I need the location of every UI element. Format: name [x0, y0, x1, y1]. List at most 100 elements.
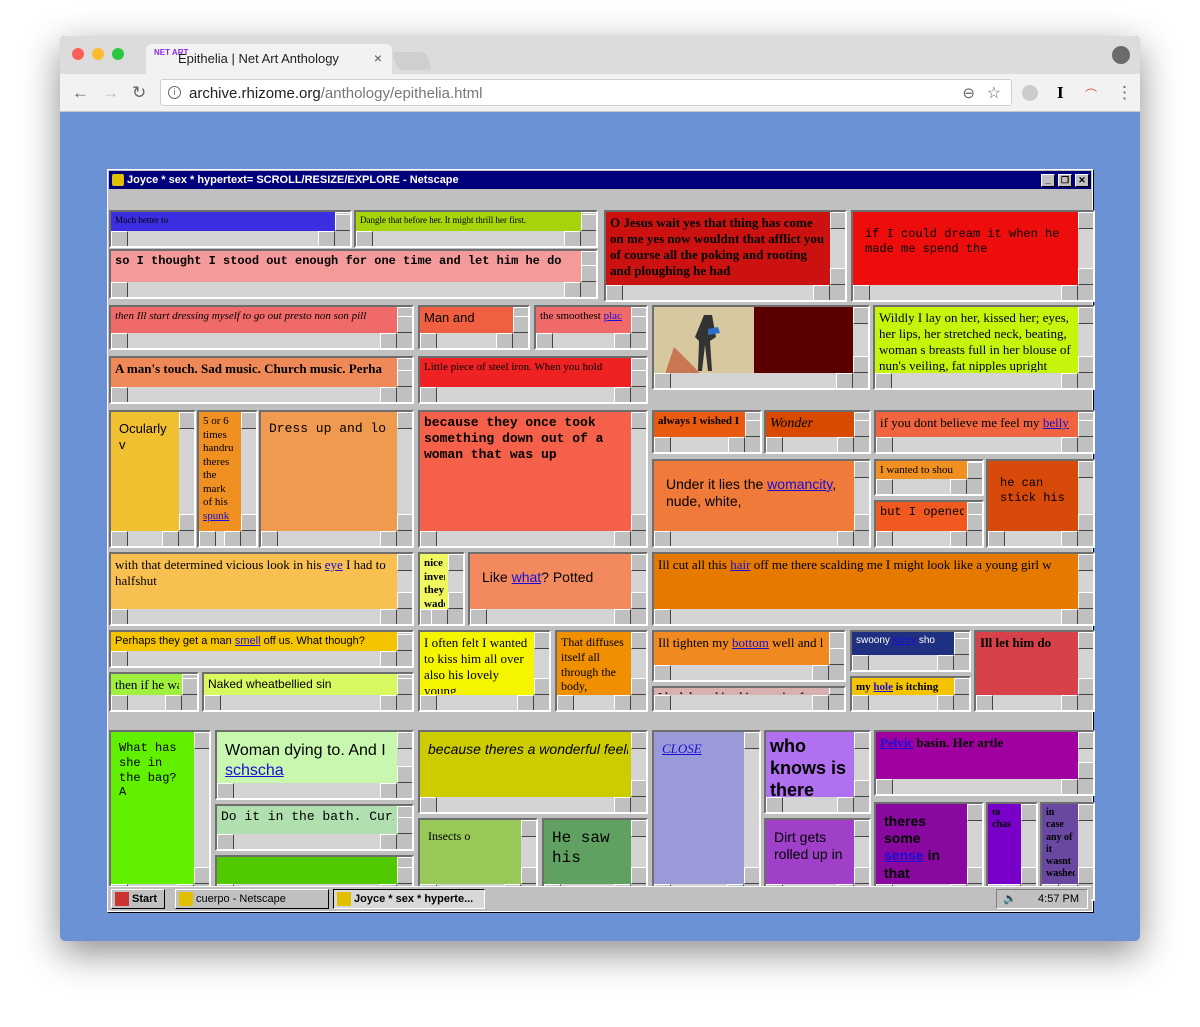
vertical-scrollbar[interactable]: [854, 461, 869, 531]
hyperlink[interactable]: hair: [730, 557, 750, 572]
vertical-scrollbar[interactable]: [1078, 804, 1093, 884]
horizontal-scrollbar[interactable]: [420, 333, 513, 348]
frame-stood-out[interactable]: so I thought I stood out enough for one …: [109, 249, 598, 299]
zoom-icon[interactable]: ⊖: [962, 84, 975, 102]
hyperlink[interactable]: spunk: [203, 510, 229, 522]
vertical-scrollbar[interactable]: [954, 632, 969, 655]
hyperlink[interactable]: hole: [873, 681, 893, 693]
horizontal-scrollbar[interactable]: [111, 531, 179, 546]
horizontal-scrollbar[interactable]: [261, 531, 397, 546]
vertical-scrollbar[interactable]: [830, 212, 845, 285]
minimize-window-icon[interactable]: [92, 48, 104, 60]
vertical-scrollbar[interactable]: [1078, 554, 1093, 609]
frame-wanted-shout[interactable]: I wanted to shou: [874, 459, 984, 496]
vertical-scrollbar[interactable]: [194, 732, 209, 884]
vertical-scrollbar[interactable]: [744, 732, 759, 884]
vertical-scrollbar[interactable]: [534, 632, 549, 695]
horizontal-scrollbar[interactable]: [111, 695, 182, 710]
speaker-icon[interactable]: 🔈: [1003, 890, 1017, 908]
hyperlink[interactable]: lovey: [893, 635, 916, 646]
frame-naked[interactable]: my hole is itching me always whe: [850, 676, 971, 712]
vertical-scrollbar[interactable]: [1078, 412, 1093, 437]
horizontal-scrollbar[interactable]: [356, 231, 581, 246]
frame-swoony[interactable]: Ill let him do: [974, 630, 1095, 712]
frame-close[interactable]: who knows is there anything the: [764, 730, 871, 814]
frame-white-thing[interactable]: What has she in the bag? A: [109, 730, 211, 901]
vertical-scrollbar[interactable]: [631, 307, 646, 333]
vertical-scrollbar[interactable]: [1021, 804, 1036, 884]
horizontal-scrollbar[interactable]: [536, 333, 631, 348]
zoom-window-icon[interactable]: [112, 48, 124, 60]
vertical-scrollbar[interactable]: [179, 412, 194, 531]
frame-dressing[interactable]: then Ill start dressing myself to go out…: [109, 305, 414, 350]
close-button[interactable]: ✕: [1075, 174, 1089, 187]
vertical-scrollbar[interactable]: [397, 307, 412, 333]
horizontal-scrollbar[interactable]: [876, 479, 967, 494]
vertical-scrollbar[interactable]: [854, 820, 869, 884]
vertical-scrollbar[interactable]: [853, 307, 868, 373]
horizontal-scrollbar[interactable]: [420, 797, 631, 812]
frame-smell[interactable]: Perhaps they get a man smell off us. Wha…: [109, 630, 414, 668]
horizontal-scrollbar[interactable]: [654, 695, 829, 710]
horizontal-scrollbar[interactable]: [852, 695, 954, 710]
frame-wildly[interactable]: Wildly I lay on her, kissed her; eyes, h…: [873, 305, 1095, 390]
horizontal-scrollbar[interactable]: [420, 695, 534, 710]
hyperlink[interactable]: eye: [325, 557, 343, 572]
vertical-scrollbar[interactable]: [581, 251, 596, 282]
vertical-scrollbar[interactable]: [1078, 461, 1093, 531]
horizontal-scrollbar[interactable]: [976, 695, 1078, 710]
vertical-scrollbar[interactable]: [1078, 732, 1093, 779]
horizontal-scrollbar[interactable]: [204, 695, 397, 710]
horizontal-scrollbar[interactable]: [876, 531, 967, 546]
frame-dream-it[interactable]: if I could dream it when he made me spen…: [851, 210, 1095, 302]
horizontal-scrollbar[interactable]: [420, 531, 631, 546]
hyperlink[interactable]: bottom: [732, 635, 769, 650]
horizontal-scrollbar[interactable]: [852, 655, 954, 670]
frame-stick-his[interactable]: he can stick his: [986, 459, 1095, 548]
frame-hole[interactable]: I had that white thing coming from me an…: [652, 686, 846, 712]
vertical-scrollbar[interactable]: [954, 678, 969, 695]
horizontal-scrollbar[interactable]: [111, 282, 581, 297]
frame-image-men[interactable]: swoony lovey sho: [850, 630, 971, 672]
horizontal-scrollbar[interactable]: [217, 783, 397, 798]
instapaper-extension-icon[interactable]: I: [1057, 83, 1064, 103]
frame-wonder[interactable]: Wonder: [764, 410, 871, 454]
vertical-scrollbar[interactable]: [631, 358, 646, 387]
vertical-scrollbar[interactable]: [335, 212, 350, 231]
frame-bag[interactable]: Woman dying to. And I schscha: [215, 730, 414, 800]
horizontal-scrollbar[interactable]: [199, 531, 241, 546]
frame-let-him[interactable]: then if he wants to kiss my bottom Ill: [109, 672, 199, 712]
tab-epithelia[interactable]: NET ART Epithelia | Net Art Anthology ×: [146, 44, 392, 74]
bookmark-star-icon[interactable]: ☆: [987, 83, 1001, 103]
frame-woman-dying[interactable]: because theres a wonderful feeling there…: [418, 730, 648, 814]
vertical-scrollbar[interactable]: [631, 554, 646, 609]
frame-always-wished[interactable]: always I wished I: [652, 410, 762, 454]
vertical-scrollbar[interactable]: [397, 632, 412, 651]
vertical-scrollbar[interactable]: [397, 412, 412, 531]
hyperlink[interactable]: smell: [235, 635, 261, 647]
vertical-scrollbar[interactable]: [1078, 307, 1093, 373]
vertical-scrollbar[interactable]: [182, 674, 197, 695]
horizontal-scrollbar[interactable]: [606, 285, 830, 300]
vertical-scrollbar[interactable]: [745, 412, 760, 437]
hyperlink[interactable]: what: [512, 569, 542, 585]
profile-icon[interactable]: [1112, 46, 1130, 64]
horizontal-scrollbar[interactable]: [875, 373, 1078, 388]
frame-steel-iron[interactable]: Little piece of steel iron. When you hol…: [418, 356, 648, 404]
horizontal-scrollbar[interactable]: [111, 231, 335, 246]
hyperlink[interactable]: schscha: [225, 762, 284, 779]
close-window-icon[interactable]: [72, 48, 84, 60]
vertical-scrollbar[interactable]: [829, 688, 844, 705]
hyperlink[interactable]: womancity: [767, 476, 832, 492]
frame-smoothest[interactable]: the smoothest plac: [534, 305, 648, 350]
horizontal-scrollbar[interactable]: [766, 797, 854, 812]
horizontal-scrollbar[interactable]: [217, 834, 397, 849]
hyperlink[interactable]: Pelvic: [880, 735, 913, 750]
horizontal-scrollbar[interactable]: [876, 779, 1078, 794]
horizontal-scrollbar[interactable]: [420, 609, 448, 624]
frame-believe-belly[interactable]: if you dont believe me feel my belly: [874, 410, 1095, 454]
horizontal-scrollbar[interactable]: [111, 387, 397, 402]
horizontal-scrollbar[interactable]: [766, 437, 854, 452]
horizontal-scrollbar[interactable]: [654, 609, 1078, 624]
vertical-scrollbar[interactable]: [397, 358, 412, 387]
